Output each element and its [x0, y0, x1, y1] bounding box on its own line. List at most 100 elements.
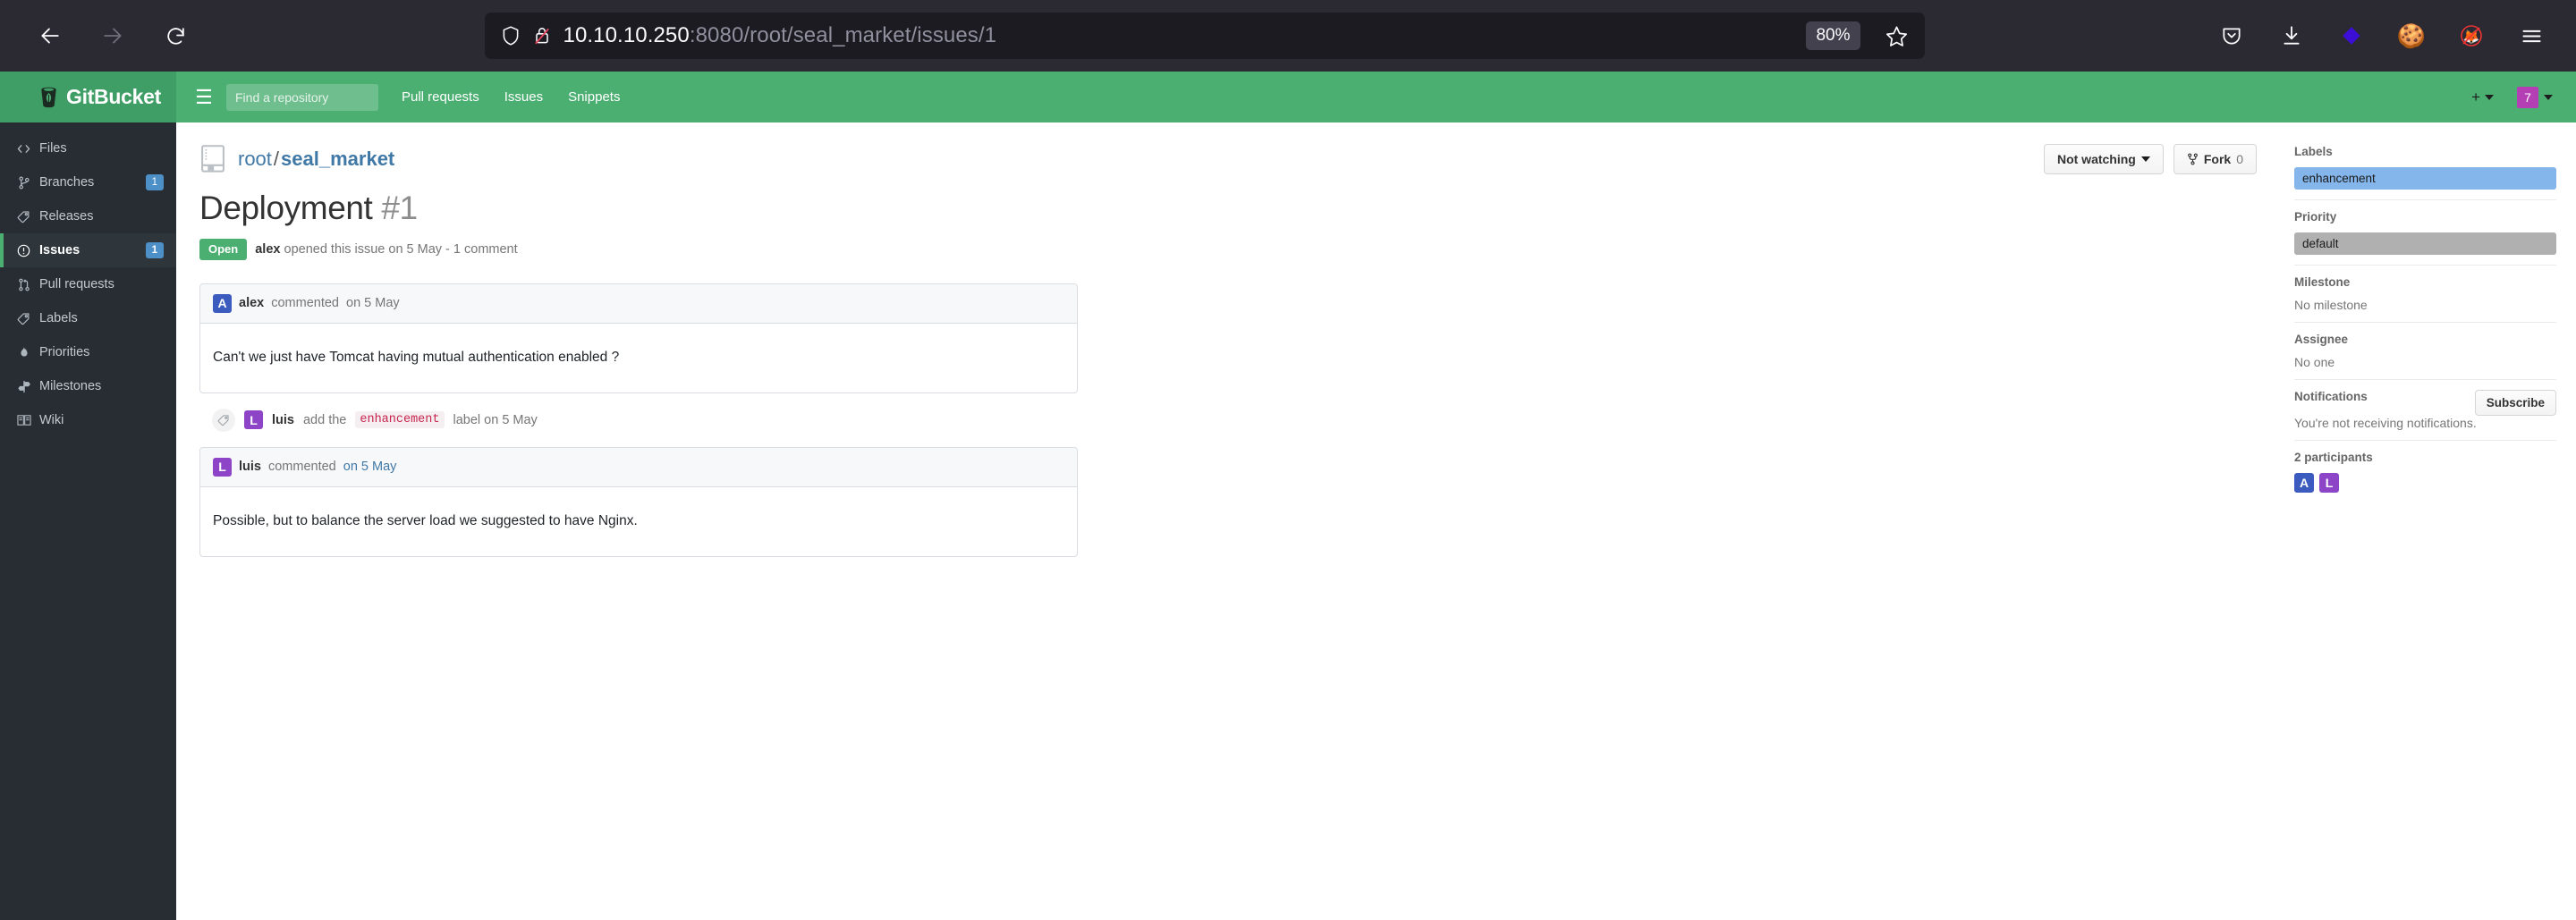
main-content: root/seal_market Not watching Fork 0 Depl…	[176, 122, 2294, 920]
watch-button[interactable]: Not watching	[2043, 144, 2164, 174]
event-author[interactable]: luis	[272, 413, 294, 427]
comment-body: Possible, but to balance the server load…	[213, 512, 638, 528]
cookie-extension-button[interactable]: 🍪	[2394, 18, 2429, 54]
sidebar-item-label: Files	[39, 141, 67, 156]
event-label-name: enhancement	[355, 411, 445, 429]
url-path: :8080/root/seal_market/issues/1	[689, 23, 997, 47]
sidebar-item-pull-requests[interactable]: Pull requests	[0, 267, 176, 301]
sidebar-item-labels[interactable]: Labels	[0, 301, 176, 335]
comment-author[interactable]: luis	[239, 460, 261, 474]
status-badge: Open	[199, 239, 248, 260]
avatar: 7	[2517, 86, 2538, 108]
breadcrumb-repo[interactable]: seal_market	[281, 148, 394, 170]
comment-date[interactable]: on 5 May	[343, 460, 397, 474]
back-button[interactable]	[30, 16, 70, 55]
issue-meta-text: alex opened this issue on 5 May - 1 comm…	[255, 242, 517, 257]
milestone-value: No milestone	[2294, 298, 2368, 312]
comment-card: A alex commented on 5 May Can't we just …	[199, 283, 1078, 393]
fox-blocked-extension-button[interactable]: 🦊	[2453, 18, 2489, 54]
priority-chip[interactable]: default	[2294, 232, 2556, 255]
repository-actions: Not watching Fork 0	[2043, 144, 2257, 174]
gitbucket-logo-icon	[41, 87, 56, 107]
avatar[interactable]: L	[2319, 473, 2339, 493]
global-nav: Pull requests Issues Snippets	[402, 89, 620, 105]
browser-nav-buttons	[21, 16, 195, 55]
reload-button[interactable]	[156, 16, 195, 55]
issue-sidebar: Labels enhancement Priority default Mile…	[2294, 122, 2576, 920]
comment-date[interactable]: on 5 May	[346, 296, 400, 310]
brand-link[interactable]: GitBucket	[0, 72, 176, 122]
chevron-down-icon	[2485, 94, 2494, 100]
sidebar-toggle-button[interactable]: ☰	[185, 86, 223, 109]
assignee-section: Assignee No one	[2294, 333, 2556, 380]
app-menu-button[interactable]	[2513, 18, 2549, 54]
address-bar[interactable]: 10.10.10.250:8080/root/seal_market/issue…	[484, 13, 1925, 59]
milestone-section: Milestone No milestone	[2294, 275, 2556, 323]
nav-issues[interactable]: Issues	[504, 89, 543, 105]
notifications-status: You're not receiving notifications.	[2294, 416, 2477, 430]
browser-extension-icons: 🍪 🦊	[2214, 18, 2555, 54]
issue-title-text: Deployment	[199, 190, 373, 226]
url-text[interactable]: 10.10.10.250:8080/root/seal_market/issue…	[564, 23, 1794, 48]
watch-label: Not watching	[2056, 152, 2136, 166]
milestone-icon	[16, 380, 31, 393]
sidebar-item-files[interactable]: Files	[0, 131, 176, 165]
sidebar-item-issues[interactable]: Issues 1	[0, 233, 176, 267]
sidebar-item-label: Issues	[39, 243, 80, 257]
page-title: Deployment #1	[199, 190, 2257, 227]
issue-meta-detail: opened this issue on 5 May - 1 comment	[284, 241, 518, 257]
sidebar-item-branches[interactable]: Branches 1	[0, 165, 176, 199]
create-new-menu[interactable]: +	[2471, 89, 2494, 106]
fork-icon	[2187, 153, 2198, 165]
tag-icon	[212, 408, 235, 432]
pocket-button[interactable]	[2214, 18, 2250, 54]
participants-section: 2 participants A L	[2294, 451, 2556, 502]
sidebar-item-priorities[interactable]: Priorities	[0, 335, 176, 369]
labels-section: Labels enhancement	[2294, 145, 2556, 200]
forward-button[interactable]	[93, 16, 132, 55]
notifications-header-row: Notifications Subscribe	[2294, 390, 2556, 416]
brand-label: GitBucket	[66, 85, 161, 108]
issue-number: #1	[381, 190, 418, 226]
assignee-value: No one	[2294, 355, 2335, 369]
browser-toolbar: 10.10.10.250:8080/root/seal_market/issue…	[0, 0, 2576, 72]
sidebar-item-releases[interactable]: Releases	[0, 199, 176, 233]
code-icon	[16, 143, 31, 155]
sidebar-item-wiki[interactable]: Wiki	[0, 403, 176, 437]
avatar[interactable]: A	[2294, 473, 2314, 493]
bookmark-button[interactable]	[1880, 19, 1914, 53]
avatar: L	[213, 457, 232, 477]
sidebar-item-label: Branches	[39, 175, 95, 190]
subscribe-button[interactable]: Subscribe	[2474, 390, 2556, 416]
comment-header: A alex commented on 5 May	[200, 283, 1077, 324]
fox-blocked-icon: 🦊	[2461, 25, 2482, 46]
event-action-after: label on 5 May	[453, 412, 538, 427]
notifications-heading: Notifications	[2294, 390, 2368, 403]
fork-button[interactable]: Fork 0	[2173, 144, 2257, 174]
broken-lock-icon[interactable]	[533, 25, 551, 46]
nav-snippets[interactable]: Snippets	[568, 89, 620, 105]
extension-button[interactable]	[2334, 18, 2369, 54]
fork-label: Fork	[2203, 152, 2232, 166]
user-menu[interactable]: 7	[2517, 86, 2553, 108]
sidebar-item-label: Wiki	[39, 413, 64, 427]
sidebar-item-milestones[interactable]: Milestones	[0, 369, 176, 403]
zoom-level-badge[interactable]: 80%	[1806, 21, 1860, 50]
downloads-button[interactable]	[2274, 18, 2309, 54]
nav-pull-requests[interactable]: Pull requests	[402, 89, 479, 105]
shield-icon[interactable]	[501, 25, 521, 46]
breadcrumb: root/seal_market	[238, 148, 394, 171]
chevron-down-icon	[2544, 94, 2553, 100]
comment-body: Can't we just have Tomcat having mutual …	[213, 349, 620, 365]
breadcrumb-owner[interactable]: root	[238, 148, 272, 170]
url-bar-container: 10.10.10.250:8080/root/seal_market/issue…	[195, 13, 2214, 59]
notifications-section: Notifications Subscribe You're not recei…	[2294, 390, 2556, 441]
repository-search-input[interactable]	[226, 83, 378, 111]
sidebar-item-label: Labels	[39, 311, 78, 325]
comment-author[interactable]: alex	[239, 296, 264, 310]
diamond-extension-icon	[2343, 27, 2360, 45]
label-chip-enhancement[interactable]: enhancement	[2294, 167, 2556, 190]
chevron-down-icon	[2140, 156, 2150, 162]
header-right-group: + 7	[2471, 86, 2576, 108]
repository-header: root/seal_market Not watching Fork 0	[199, 144, 2257, 174]
